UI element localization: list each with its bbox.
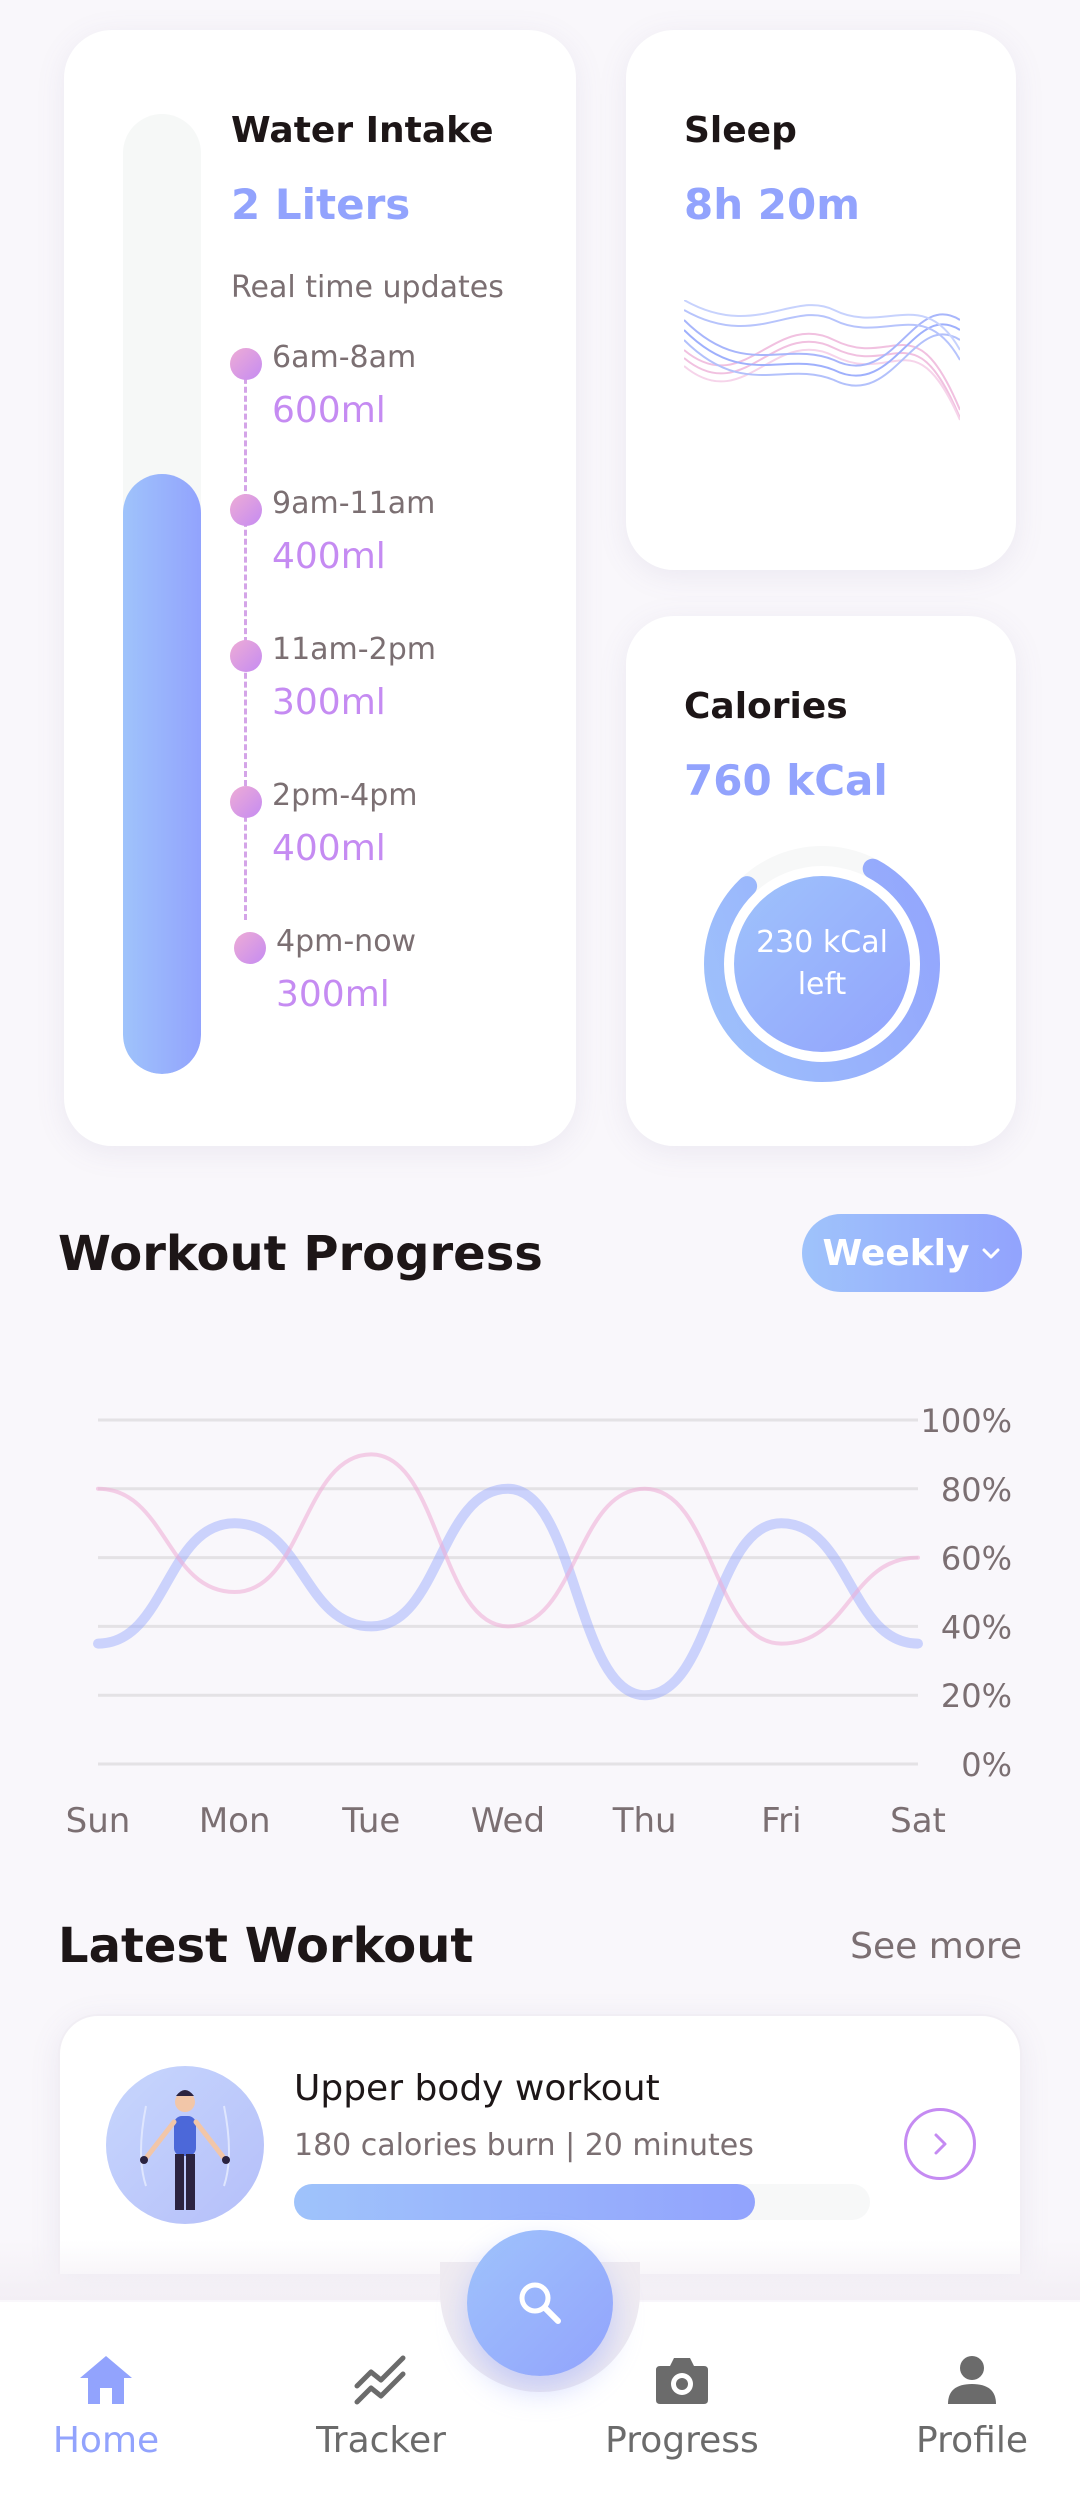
timeline-dot <box>230 640 262 672</box>
water-level-bar <box>123 114 201 1074</box>
x-tick-label: Mon <box>199 1801 271 1841</box>
workout-meta: 180 calories burn | 20 minutes <box>294 2128 754 2163</box>
activity-icon <box>354 2355 406 2405</box>
x-tick-label: Wed <box>471 1801 545 1841</box>
period-dropdown-label: Weekly <box>822 1232 970 1274</box>
workout-progress-bar <box>294 2184 870 2220</box>
water-subtitle: Real time updates <box>231 270 504 305</box>
calories-card[interactable]: Calories 760 kCal 230 kCal left <box>626 616 1016 1146</box>
timeline-amount: 300ml <box>276 974 390 1015</box>
timeline-amount: 600ml <box>272 390 386 431</box>
x-tick-label: Sat <box>890 1801 946 1841</box>
water-intake-card[interactable]: Water Intake 2 Liters Real time updates … <box>64 30 576 1146</box>
y-tick-label: 60% <box>941 1540 1012 1578</box>
home-icon <box>80 2356 132 2404</box>
water-value: 2 Liters <box>231 180 411 229</box>
timeline-time: 9am-11am <box>272 486 436 521</box>
timeline-amount: 300ml <box>272 682 386 723</box>
y-tick-label: 0% <box>961 1746 1012 1784</box>
workout-progress-chart: 100% 80% 60% 40% 20% 0% Sun Mon Tue Wed Thu Fri Sat <box>66 1402 1012 1841</box>
timeline-time: 11am-2pm <box>272 632 436 667</box>
workout-name: Upper body workout <box>294 2068 660 2109</box>
timeline-time: 6am-8am <box>272 340 417 375</box>
sleep-value: 8h 20m <box>684 180 860 229</box>
water-title: Water Intake <box>231 110 494 151</box>
latest-workout-title: Latest Workout <box>58 1918 474 1974</box>
timeline-dot <box>230 348 262 380</box>
open-workout-button[interactable] <box>904 2108 976 2180</box>
nav-item-tracker[interactable]: Tracker <box>271 2354 491 2461</box>
y-tick-label: 100% <box>921 1402 1012 1440</box>
y-tick-label: 40% <box>941 1608 1012 1646</box>
chevron-right-icon <box>934 2133 947 2155</box>
period-dropdown[interactable]: Weekly <box>802 1214 1022 1292</box>
workout-avatar <box>106 2066 264 2224</box>
x-tick-label: Tue <box>341 1801 400 1841</box>
chevron-down-icon <box>982 1248 999 1259</box>
sleep-wave-graphic <box>684 300 960 421</box>
timeline-dot <box>230 494 262 526</box>
nav-item-home[interactable]: Home <box>0 2354 216 2461</box>
nav-item-profile[interactable]: Profile <box>862 2354 1080 2461</box>
nav-label-home: Home <box>52 2420 160 2461</box>
nav-label-tracker: Tracker <box>316 2420 446 2461</box>
calories-left-badge: 230 kCal left <box>734 876 910 1052</box>
timeline-time: 4pm-now <box>276 924 417 959</box>
water-level-fill <box>123 474 201 1074</box>
nav-label-profile: Profile <box>916 2420 1028 2461</box>
sleep-title: Sleep <box>684 110 797 151</box>
see-more-link[interactable]: See more <box>850 1926 1022 1967</box>
x-tick-label: Thu <box>612 1801 677 1841</box>
y-tick-label: 20% <box>941 1677 1012 1715</box>
x-tick-label: Sun <box>66 1801 131 1841</box>
timeline-time: 2pm-4pm <box>272 778 418 813</box>
timeline-amount: 400ml <box>272 536 386 577</box>
workout-progress-title: Workout Progress <box>58 1226 543 1282</box>
calories-value: 760 kCal <box>684 756 888 805</box>
workout-person-illustration <box>140 2090 230 2210</box>
profile-icon <box>948 2356 996 2404</box>
nav-item-progress[interactable]: Progress <box>572 2354 792 2461</box>
timeline-dot <box>234 932 266 964</box>
y-tick-label: 80% <box>941 1471 1012 1509</box>
series-line-1 <box>96 1452 920 1646</box>
calories-title: Calories <box>684 686 848 727</box>
nav-label-progress: Progress <box>605 2420 759 2461</box>
timeline-dot <box>230 786 262 818</box>
search-icon <box>519 2282 561 2324</box>
timeline-amount: 400ml <box>272 828 386 869</box>
workout-progress-fill <box>294 2184 755 2220</box>
x-tick-label: Fri <box>761 1801 802 1841</box>
sleep-card[interactable]: Sleep 8h 20m <box>626 30 1016 570</box>
camera-icon <box>656 2358 708 2404</box>
